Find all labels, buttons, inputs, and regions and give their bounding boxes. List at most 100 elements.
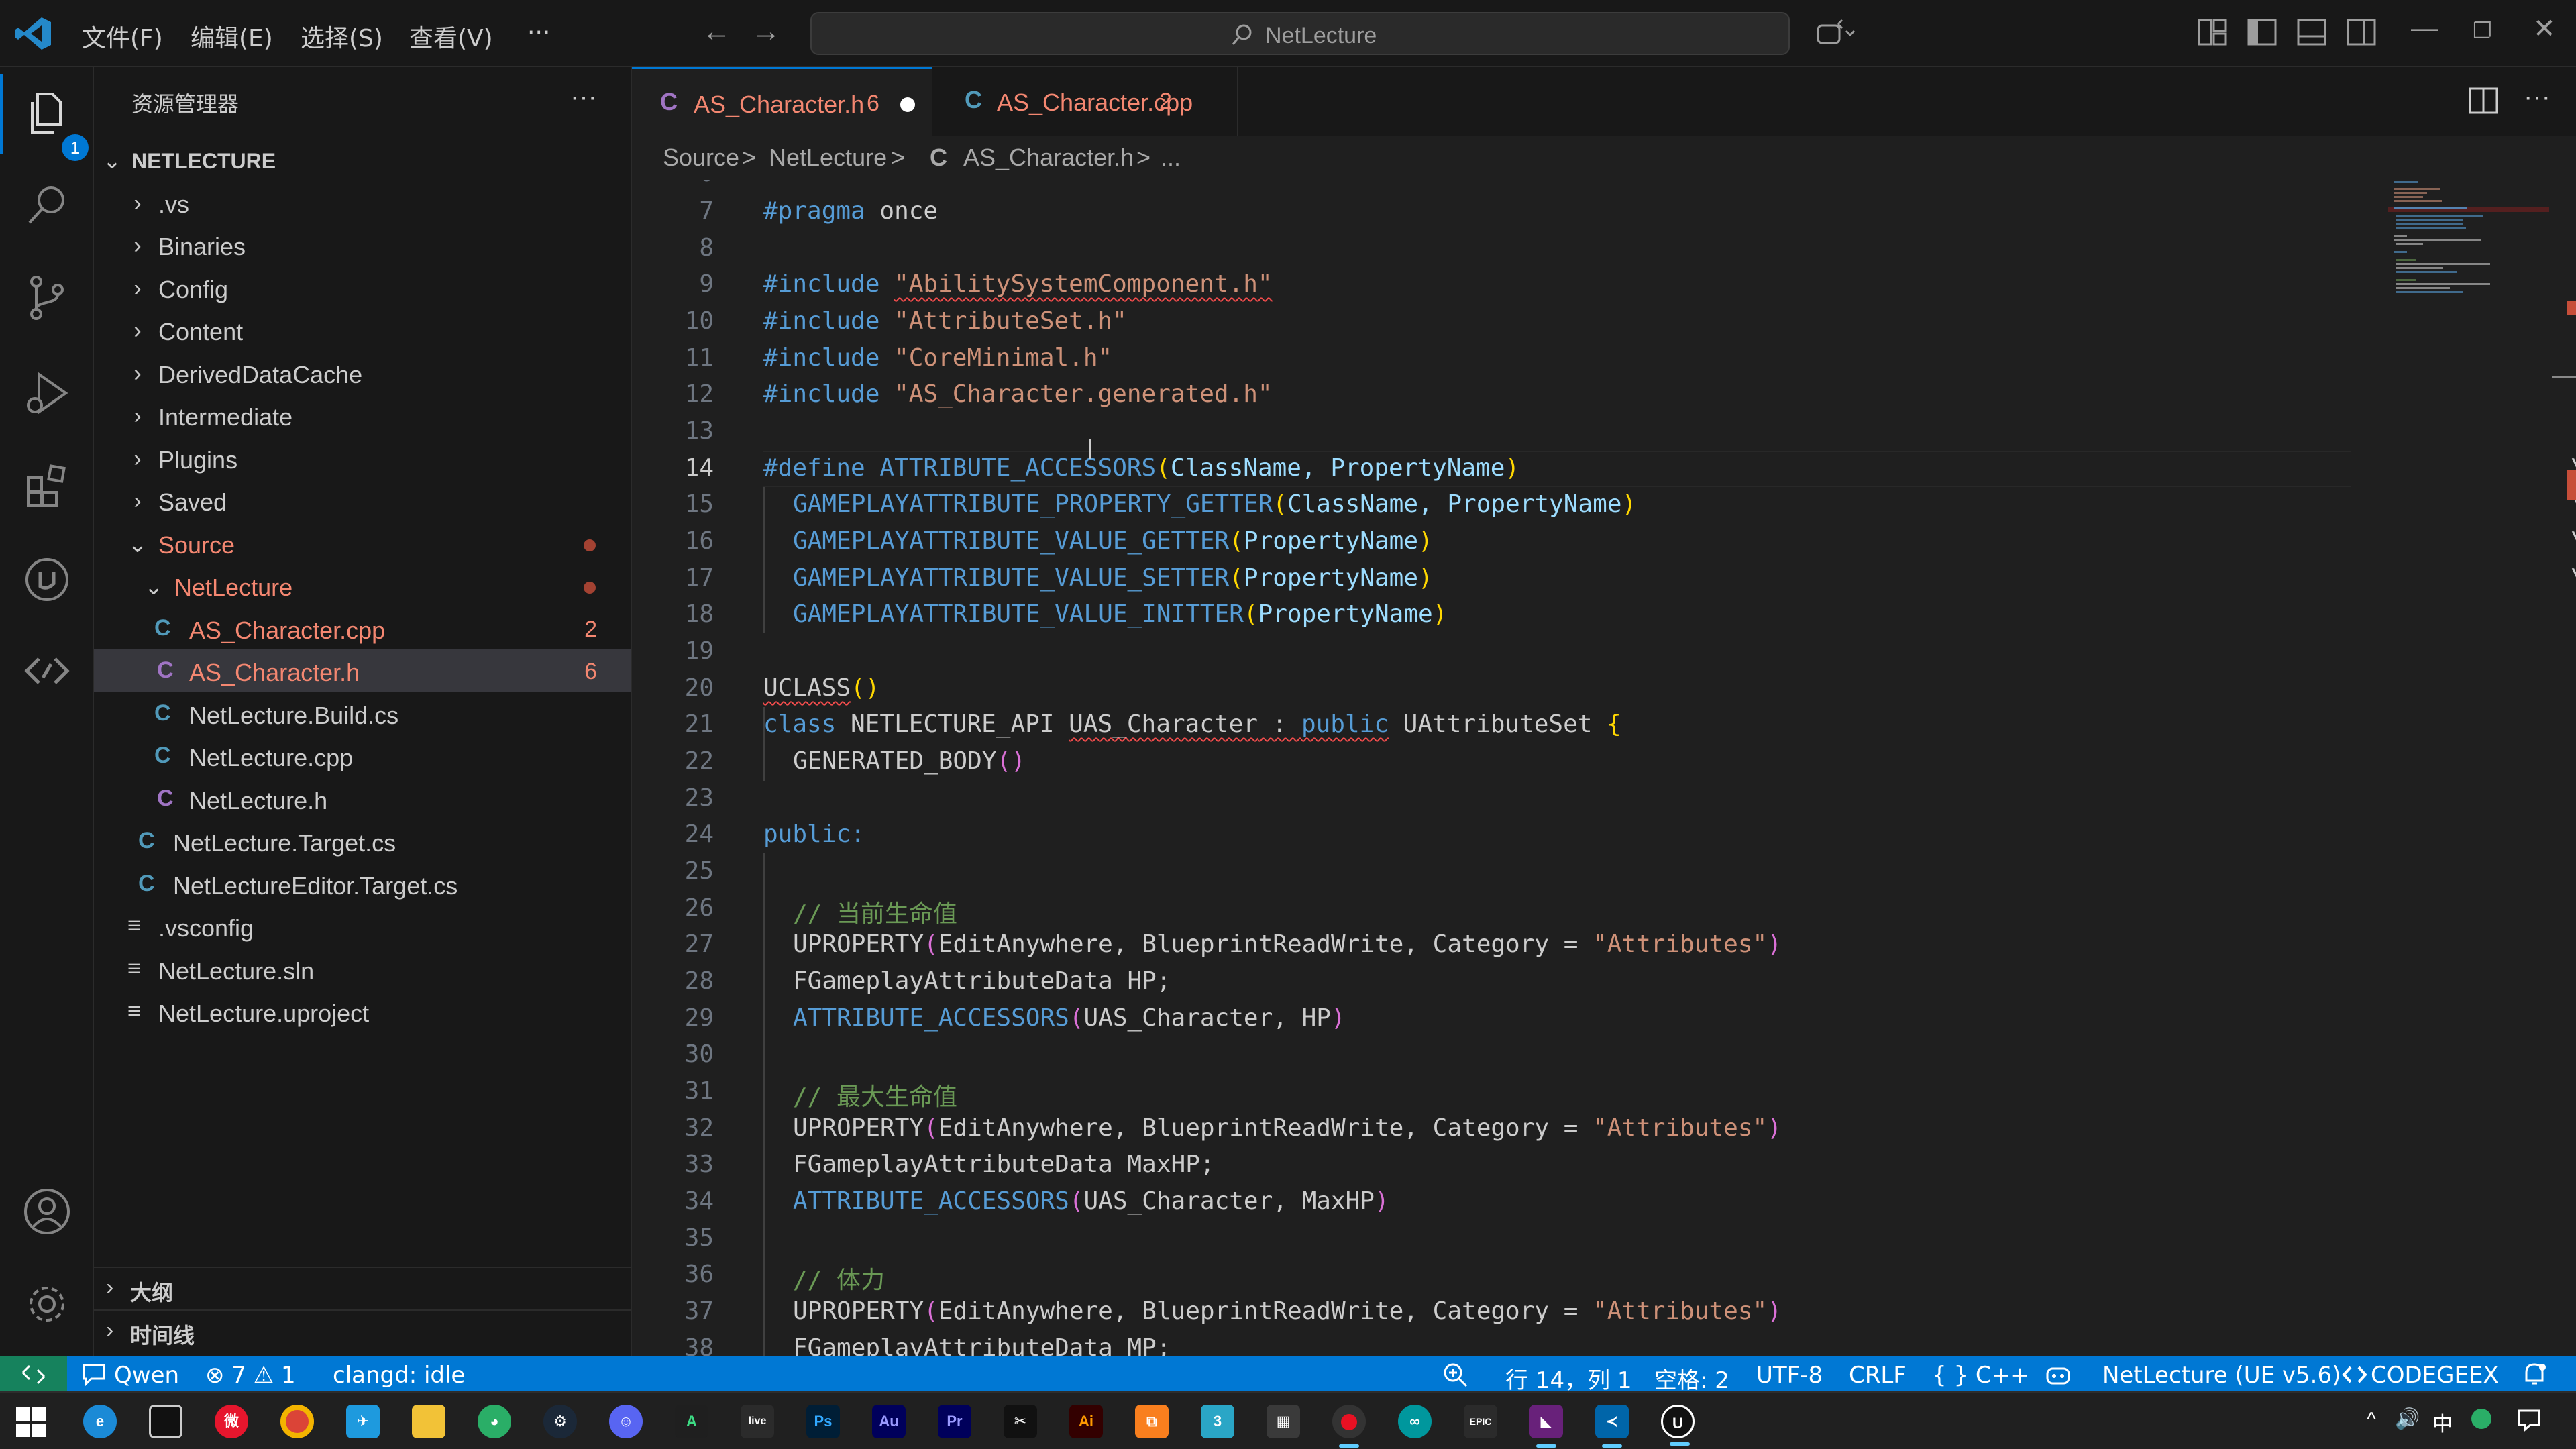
unsaved-dot-icon[interactable] xyxy=(900,97,915,112)
qwen-status[interactable]: Qwen xyxy=(114,1362,179,1389)
wechat-tray-icon[interactable] xyxy=(2471,1409,2491,1429)
unreal-activity[interactable] xyxy=(20,553,74,606)
outline-section[interactable]: › 大纲 xyxy=(94,1267,631,1307)
tree-item-netlecture-h[interactable]: C NetLecture.h xyxy=(94,777,631,820)
language-mode-status[interactable]: { } C++ xyxy=(1932,1362,2030,1389)
tree-item-vsconfig[interactable]: ≡ .vsconfig xyxy=(94,905,631,947)
explorer-more-button[interactable]: ··· xyxy=(570,82,597,112)
toggle-panel-icon[interactable] xyxy=(2297,19,2326,46)
tree-item-as-character-h[interactable]: C AS_Character.h 6 xyxy=(94,649,631,692)
epic-games-icon[interactable]: EPIC xyxy=(1464,1405,1497,1438)
indentation-status[interactable]: 空格: 2 xyxy=(1654,1362,1729,1395)
tree-item-netlecture-sln[interactable]: ≡ NetLecture.sln xyxy=(94,948,631,990)
split-editor-icon[interactable] xyxy=(2469,87,2498,114)
timeline-section[interactable]: › 时间线 xyxy=(94,1309,631,1350)
unreal-engine-taskbar-icon[interactable]: U xyxy=(1661,1405,1695,1446)
notification-center-icon[interactable] xyxy=(2517,1409,2541,1432)
photoshop-icon[interactable]: Ps xyxy=(806,1405,840,1438)
tab-as-character-cpp[interactable]: C AS_Character.cpp 2 xyxy=(932,67,1238,136)
tree-item-saved[interactable]: › Saved xyxy=(94,479,631,521)
code-editor[interactable]: 6 7 8 9 10 11 12 13 14 15 16 17 18 19 20… xyxy=(632,180,2576,1356)
toggle-secondary-sidebar-icon[interactable] xyxy=(2347,19,2376,46)
premiere-icon[interactable]: Pr xyxy=(938,1405,971,1438)
tree-item-netlecture-cpp[interactable]: C NetLecture.cpp xyxy=(94,735,631,777)
capcut-icon[interactable]: ✂ xyxy=(1004,1405,1037,1438)
breadcrumb-item[interactable]: AS_Character.h xyxy=(963,144,1134,172)
menu-more[interactable]: ··· xyxy=(527,19,550,46)
tree-item-binaries[interactable]: › Binaries xyxy=(94,223,631,266)
tree-item-netlecture-target-cs[interactable]: C NetLecture.Target.cs xyxy=(94,820,631,862)
run-debug-activity[interactable] xyxy=(20,366,74,420)
tree-item-netlectureeditor-target-cs[interactable]: C NetLectureEditor.Target.cs xyxy=(94,863,631,905)
windows-start-icon[interactable] xyxy=(16,1407,46,1437)
tree-item-plugins[interactable]: › Plugins xyxy=(94,437,631,479)
codegeex-activity[interactable] xyxy=(20,644,74,698)
weibo-icon[interactable]: 微 xyxy=(215,1405,248,1438)
editor-more-actions-button[interactable]: ··· xyxy=(2524,82,2551,112)
eol-status[interactable]: CRLF xyxy=(1849,1362,1907,1389)
tree-item-vs[interactable]: › .vs xyxy=(94,181,631,223)
visual-studio-icon[interactable]: ◣ xyxy=(1529,1405,1563,1448)
tree-item-netlecture-uproject[interactable]: ≡ NetLecture.uproject xyxy=(94,990,631,1032)
back-arrow-icon[interactable]: ← xyxy=(702,15,731,48)
copilot-status-icon[interactable] xyxy=(2045,1363,2072,1386)
tree-item-source[interactable]: ⌄ Source xyxy=(94,522,631,564)
obs-record-icon[interactable] xyxy=(1332,1405,1366,1448)
vertical-scrollbar[interactable] xyxy=(2552,180,2576,1356)
terminal-icon[interactable] xyxy=(149,1405,182,1438)
breadcrumb-item[interactable]: NetLecture xyxy=(769,144,887,172)
minimap[interactable] xyxy=(2388,180,2549,314)
steam-icon[interactable]: ⚙ xyxy=(543,1405,577,1438)
illustrator-icon[interactable]: Ai xyxy=(1069,1405,1103,1438)
restore-button[interactable]: ❐ xyxy=(2473,17,2492,43)
toggle-primary-sidebar-icon[interactable] xyxy=(2247,19,2277,46)
codegeex-status[interactable]: CODEGEEX xyxy=(2371,1362,2499,1389)
tree-item-intermediate[interactable]: › Intermediate xyxy=(94,394,631,436)
feishu-icon[interactable]: ✈ xyxy=(346,1405,380,1438)
chrome-icon[interactable] xyxy=(280,1405,314,1438)
arduino-icon[interactable]: ∞ xyxy=(1398,1405,1432,1438)
forward-arrow-icon[interactable]: → xyxy=(751,15,781,48)
ime-indicator[interactable]: 中 xyxy=(2432,1407,2453,1437)
tree-item-content[interactable]: › Content xyxy=(94,309,631,351)
wechat-icon[interactable]: ◕ xyxy=(478,1405,511,1438)
search-activity[interactable] xyxy=(20,178,74,232)
menu-file[interactable]: 文件(F) xyxy=(82,19,163,54)
extensions-activity[interactable] xyxy=(20,459,74,513)
calculator-icon[interactable]: ▦ xyxy=(1267,1405,1300,1438)
tree-root[interactable]: ⌄ NETLECTURE xyxy=(94,138,631,180)
cursor-position-status[interactable]: 行 14，列 1 xyxy=(1505,1362,1632,1395)
vscode-taskbar-icon[interactable]: ≺ xyxy=(1595,1405,1629,1448)
encoding-status[interactable]: UTF-8 xyxy=(1756,1362,1823,1389)
menu-selection[interactable]: 选择(S) xyxy=(301,19,383,54)
show-hidden-icons-button[interactable]: ^ xyxy=(2367,1409,2376,1432)
tree-item-netlecture-folder[interactable]: ⌄ NetLecture xyxy=(94,564,631,606)
menu-edit[interactable]: 编辑(E) xyxy=(191,19,273,54)
audition-icon[interactable]: Au xyxy=(872,1405,906,1438)
edge-browser-icon[interactable]: e xyxy=(83,1405,117,1438)
tree-item-config[interactable]: › Config xyxy=(94,266,631,309)
discord-icon[interactable]: ☺ xyxy=(609,1405,643,1438)
breadcrumb-item[interactable]: Source xyxy=(663,144,739,172)
tab-as-character-h[interactable]: C AS_Character.h 6 xyxy=(632,67,932,136)
tree-item-netlecture-build-cs[interactable]: C NetLecture.Build.cs xyxy=(94,692,631,735)
explorer-activity[interactable]: 1 xyxy=(0,74,89,161)
app-orange-icon[interactable]: ⧉ xyxy=(1135,1405,1169,1438)
minimize-button[interactable]: — xyxy=(2411,13,2438,44)
clangd-status[interactable]: clangd: idle xyxy=(333,1362,465,1389)
close-window-button[interactable]: ✕ xyxy=(2533,13,2556,44)
source-control-activity[interactable] xyxy=(20,271,74,325)
tree-item-as-character-cpp[interactable]: C AS_Character.cpp 2 xyxy=(94,607,631,649)
app-3-icon[interactable]: 3 xyxy=(1201,1405,1234,1438)
project-status[interactable]: NetLecture (UE v5.6) xyxy=(2102,1362,2341,1389)
accounts-activity[interactable] xyxy=(20,1185,74,1238)
volume-icon[interactable]: 🔊 xyxy=(2395,1407,2420,1431)
breadcrumb-item[interactable]: ... xyxy=(1161,144,1181,172)
problems-status[interactable]: ⊗ 7 ⚠ 1 xyxy=(205,1362,296,1389)
tree-item-deriveddatacache[interactable]: › DerivedDataCache xyxy=(94,352,631,394)
zoom-icon[interactable] xyxy=(1442,1362,1469,1387)
customize-layout-icon[interactable] xyxy=(2198,19,2227,46)
command-center-search[interactable]: NetLecture xyxy=(810,12,1790,55)
remote-indicator-button[interactable] xyxy=(0,1356,67,1391)
notifications-bell-icon[interactable] xyxy=(2522,1362,2546,1387)
